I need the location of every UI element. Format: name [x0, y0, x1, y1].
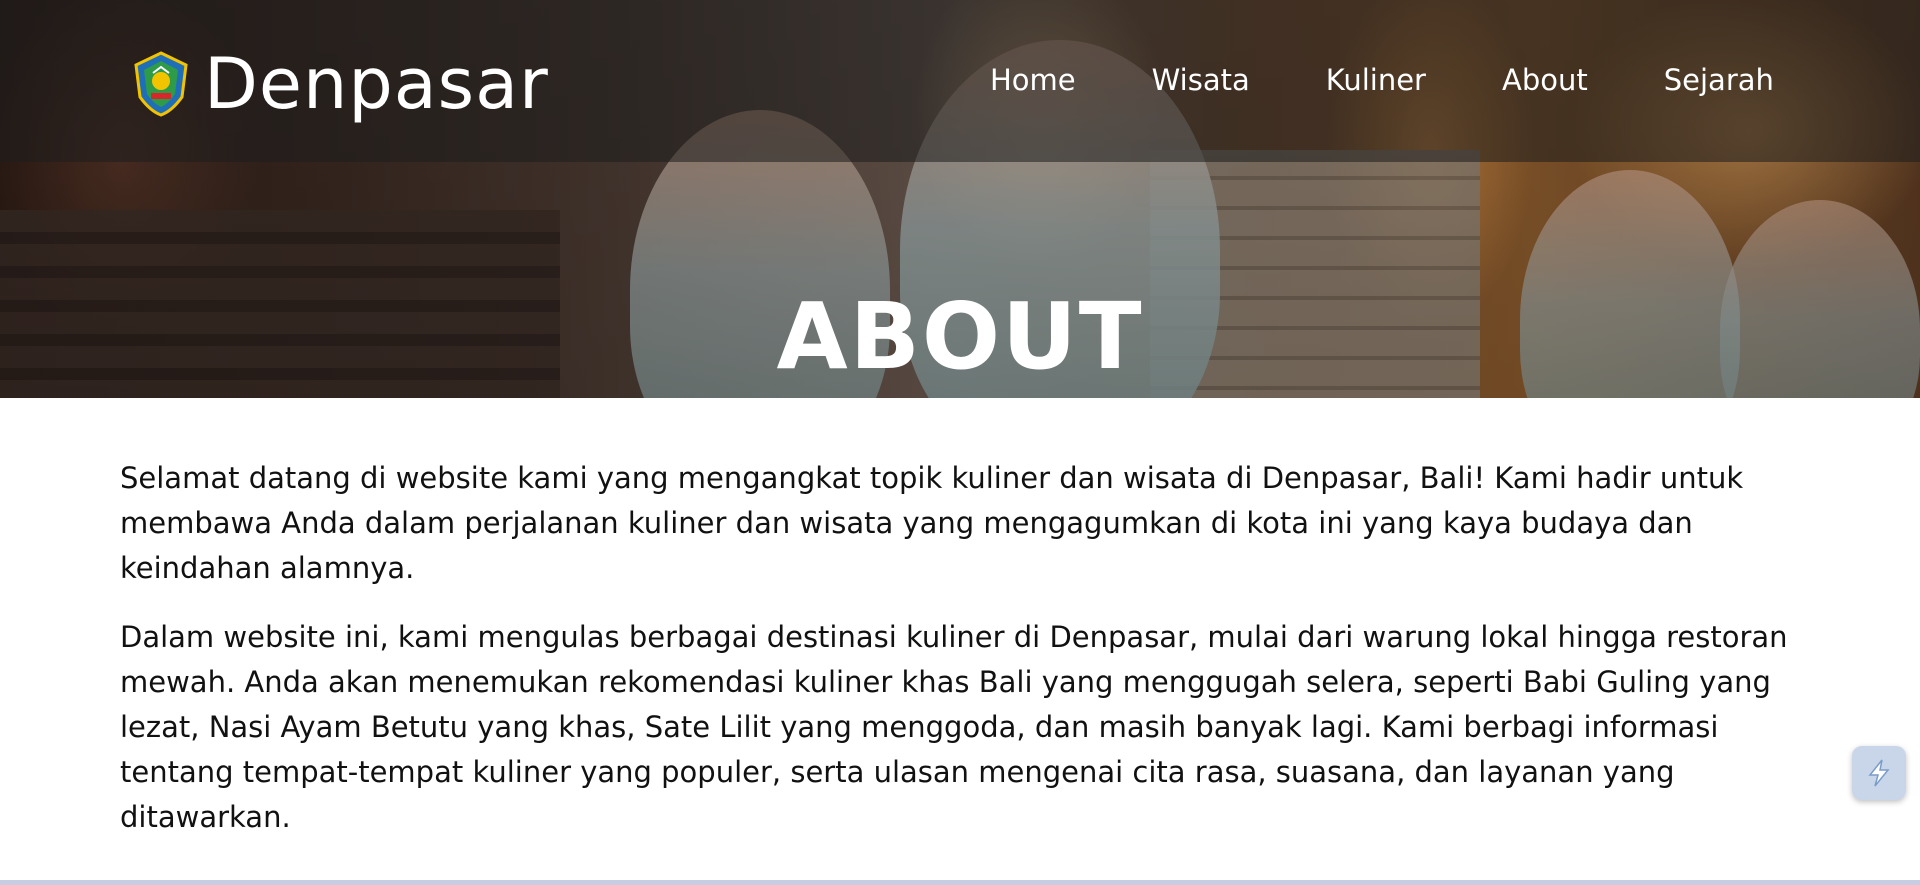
page: Denpasar Home Wisata Kuliner About Sejar… — [0, 0, 1920, 885]
page-title: ABOUT — [776, 283, 1144, 390]
floating-action-button[interactable] — [1852, 746, 1906, 800]
brand-name: Denpasar — [204, 43, 549, 125]
nav-home[interactable]: Home — [990, 60, 1076, 100]
lightning-icon — [1868, 759, 1890, 787]
navbar: Denpasar Home Wisata Kuliner About Sejar… — [0, 0, 1920, 162]
intro-paragraph: Selamat datang di website kami yang meng… — [120, 461, 1744, 585]
nav-wisata[interactable]: Wisata — [1152, 60, 1250, 100]
main-nav: Home Wisata Kuliner About Sejarah — [990, 60, 1850, 100]
nav-about[interactable]: About — [1502, 60, 1588, 100]
brand-logo-link[interactable]: Denpasar — [132, 44, 549, 124]
denpasar-crest-icon — [134, 51, 188, 117]
about-content: Selamat datang di website kami yang meng… — [120, 456, 1810, 864]
bottom-border — [0, 880, 1920, 885]
nav-sejarah[interactable]: Sejarah — [1664, 60, 1774, 100]
culinary-paragraph: Dalam website ini, kami mengulas berbaga… — [120, 620, 1788, 834]
nav-kuliner[interactable]: Kuliner — [1326, 60, 1426, 100]
